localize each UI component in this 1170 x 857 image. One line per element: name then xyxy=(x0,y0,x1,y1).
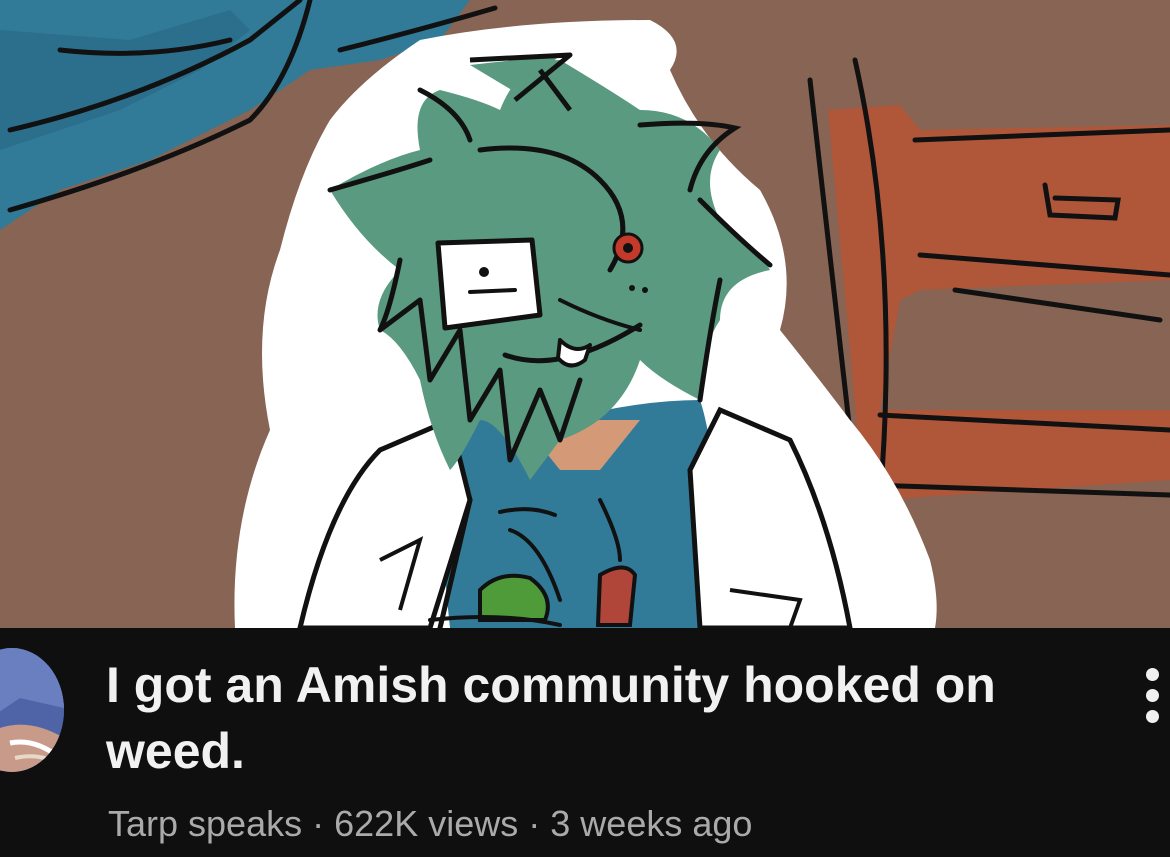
more-options-button[interactable] xyxy=(1134,666,1170,726)
more-vertical-icon xyxy=(1146,689,1159,702)
channel-name[interactable]: Tarp speaks xyxy=(108,803,302,844)
video-metadata: Tarp speaks · 622K views · 3 weeks ago xyxy=(108,800,752,848)
more-vertical-icon xyxy=(1146,668,1159,681)
video-title[interactable]: I got an Amish community hooked on weed. xyxy=(106,652,1096,784)
view-count: 622K views xyxy=(334,803,519,844)
more-vertical-icon xyxy=(1146,710,1159,723)
channel-avatar[interactable] xyxy=(0,648,64,772)
meta-separator: · xyxy=(528,803,541,844)
video-card[interactable]: I got an Amish community hooked on weed.… xyxy=(0,0,1170,857)
video-info: I got an Amish community hooked on weed.… xyxy=(0,628,1170,857)
upload-age: 3 weeks ago xyxy=(550,803,753,844)
video-thumbnail[interactable] xyxy=(0,0,1170,628)
meta-separator: · xyxy=(312,803,325,844)
avatar-image xyxy=(0,648,64,772)
thumbnail-drawing xyxy=(0,0,1170,628)
